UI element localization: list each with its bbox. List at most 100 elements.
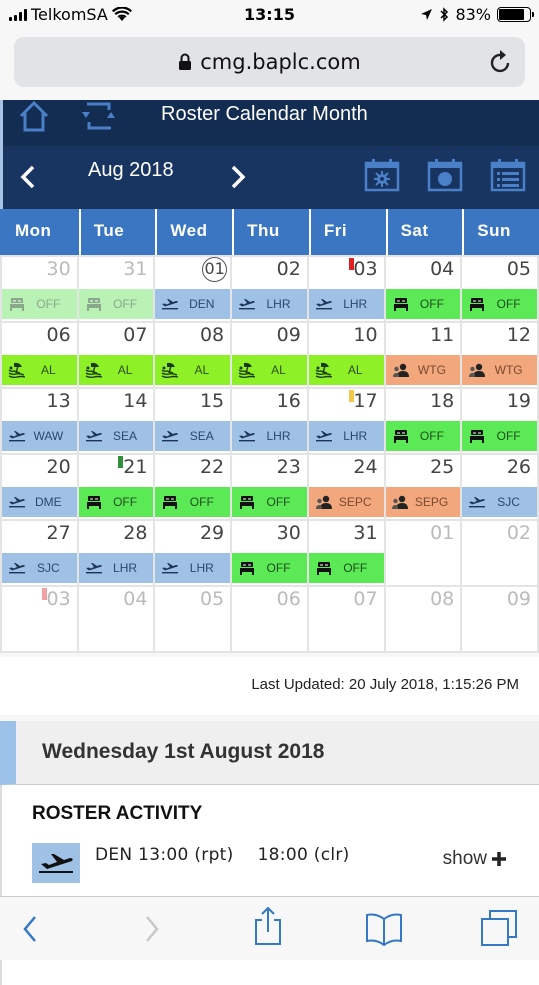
duty-label: OFF [189,495,214,509]
duty-badge[interactable]: WTG [385,355,461,385]
calendar-day-cell[interactable]: 23 OFF [232,455,307,519]
calendar-day-cell[interactable]: 02 [462,521,537,585]
calendar-day-cell[interactable]: 04 OFF [385,257,461,321]
duty-badge[interactable]: OFF [78,289,154,319]
today-day-number: 01 [202,257,228,282]
calendar-day-cell[interactable]: 03 [2,587,77,651]
activity-row[interactable]: DEN 13:00 (rpt) 18:00 (clr) show [32,843,539,883]
calendar-day-cell[interactable]: 10 AL [308,323,384,387]
duty-badge[interactable]: LHR [308,421,384,451]
duty-badge[interactable]: AL [232,355,307,385]
calendar-day-cell[interactable]: 02 LHR [232,257,307,321]
calendar-day-cell[interactable]: 30 OFF [232,521,307,585]
calendar-day-cell[interactable]: 16 LHR [232,389,307,453]
calendar-day-cell[interactable]: 14 SEA [78,389,154,453]
url-field[interactable]: cmg.baplc.com [14,37,525,87]
calendar-day-cell[interactable]: 09 AL [232,323,307,387]
duty-label: OFF [419,429,444,443]
calendar-day-cell[interactable]: 18 OFF [385,389,461,453]
duty-badge[interactable]: LHR [308,289,384,319]
duty-badge[interactable]: AL [155,355,231,385]
duty-badge[interactable]: SEA [155,421,231,451]
day-number: 21 [123,456,148,478]
duty-label: OFF [113,297,138,311]
calendar-day-cell[interactable]: 27 SJC [2,521,77,585]
swap-icon[interactable] [81,100,117,132]
duty-badge[interactable]: LHR [232,289,307,319]
duty-badge[interactable]: AL [78,355,154,385]
calendar-day-cell[interactable]: 31 OFF [308,521,384,585]
calendar-day-cell[interactable]: 24 SEPC [308,455,384,519]
calendar-day-cell[interactable]: 13 WAW [2,389,77,453]
people-icon [462,363,492,377]
calendar-day-cell[interactable]: 05 OFF [462,257,537,321]
share-icon[interactable] [253,905,283,947]
day-flag-marker [118,456,124,468]
calendar-day-cell[interactable]: 29 LHR [155,521,231,585]
calendar-day-cell[interactable]: 31 OFF [78,257,154,321]
calendar-list-icon[interactable] [490,158,526,192]
duty-badge[interactable]: WTG [462,355,537,385]
calendar-day-cell[interactable]: 15 SEA [155,389,231,453]
calendar-today-icon[interactable] [427,158,463,192]
duty-badge[interactable]: OFF [308,553,384,583]
home-icon[interactable] [17,100,51,132]
duty-badge[interactable]: OFF [78,487,154,517]
duty-badge[interactable]: WAW [2,421,77,451]
duty-badge[interactable]: AL [2,355,77,385]
calendar-day-cell[interactable]: 26 SJC [462,455,537,519]
duty-badge[interactable]: OFF [462,421,537,451]
duty-badge[interactable]: OFF [232,487,307,517]
duty-badge[interactable]: OFF [155,487,231,517]
calendar-day-cell[interactable]: 01 DEN [155,257,231,321]
duty-badge[interactable]: OFF [232,553,307,583]
next-month-button[interactable] [229,164,247,190]
activity-report-time: DEN 13:00 (rpt) [95,845,234,865]
calendar-day-cell[interactable]: 06 AL [2,323,77,387]
forward-icon[interactable] [144,915,160,943]
calendar-day-cell[interactable]: 20 DME [2,455,77,519]
calendar-day-cell[interactable]: 17 LHR [308,389,384,453]
calendar-day-cell[interactable]: 05 [155,587,231,651]
duty-badge[interactable]: DEN [155,289,231,319]
back-icon[interactable] [22,915,38,943]
calendar-day-cell[interactable]: 08 AL [155,323,231,387]
calendar-day-cell[interactable]: 25 SEPG [385,455,461,519]
duty-badge[interactable]: OFF [462,289,537,319]
calendar-day-cell[interactable]: 07 [308,587,384,651]
weekday-label: Sun [462,209,539,255]
tabs-icon[interactable] [480,909,518,947]
duty-badge[interactable]: SEPC [308,487,384,517]
duty-badge[interactable]: LHR [155,553,231,583]
calendar-day-cell[interactable]: 21 OFF [78,455,154,519]
previous-month-button[interactable] [19,164,37,190]
calendar-day-cell[interactable]: 04 [78,587,154,651]
calendar-day-cell[interactable]: 11 WTG [385,323,461,387]
calendar-day-cell[interactable]: 19 OFF [462,389,537,453]
calendar-day-cell[interactable]: 06 [232,587,307,651]
reload-icon[interactable] [489,49,513,75]
duty-badge[interactable]: SEA [78,421,154,451]
duty-badge[interactable]: DME [2,487,77,517]
duty-badge[interactable]: SEPG [385,487,461,517]
bookmarks-icon[interactable] [364,911,404,947]
duty-badge[interactable]: AL [308,355,384,385]
duty-badge[interactable]: LHR [232,421,307,451]
calendar-day-cell[interactable]: 03 LHR [308,257,384,321]
calendar-day-cell[interactable]: 30 OFF [2,257,77,321]
calendar-day-cell[interactable]: 12 WTG [462,323,537,387]
calendar-day-cell[interactable]: 08 [385,587,461,651]
calendar-day-cell[interactable]: 01 [385,521,461,585]
duty-badge[interactable]: SJC [462,487,537,517]
calendar-day-cell[interactable]: 28 LHR [78,521,154,585]
show-details-button[interactable]: show [443,848,507,870]
calendar-day-cell[interactable]: 07 AL [78,323,154,387]
calendar-day-cell[interactable]: 09 [462,587,537,651]
duty-badge[interactable]: SJC [2,553,77,583]
calendar-settings-icon[interactable] [364,158,400,192]
calendar-day-cell[interactable]: 22 OFF [155,455,231,519]
duty-badge[interactable]: OFF [2,289,77,319]
duty-badge[interactable]: OFF [385,421,461,451]
duty-badge[interactable]: OFF [385,289,461,319]
duty-badge[interactable]: LHR [78,553,154,583]
